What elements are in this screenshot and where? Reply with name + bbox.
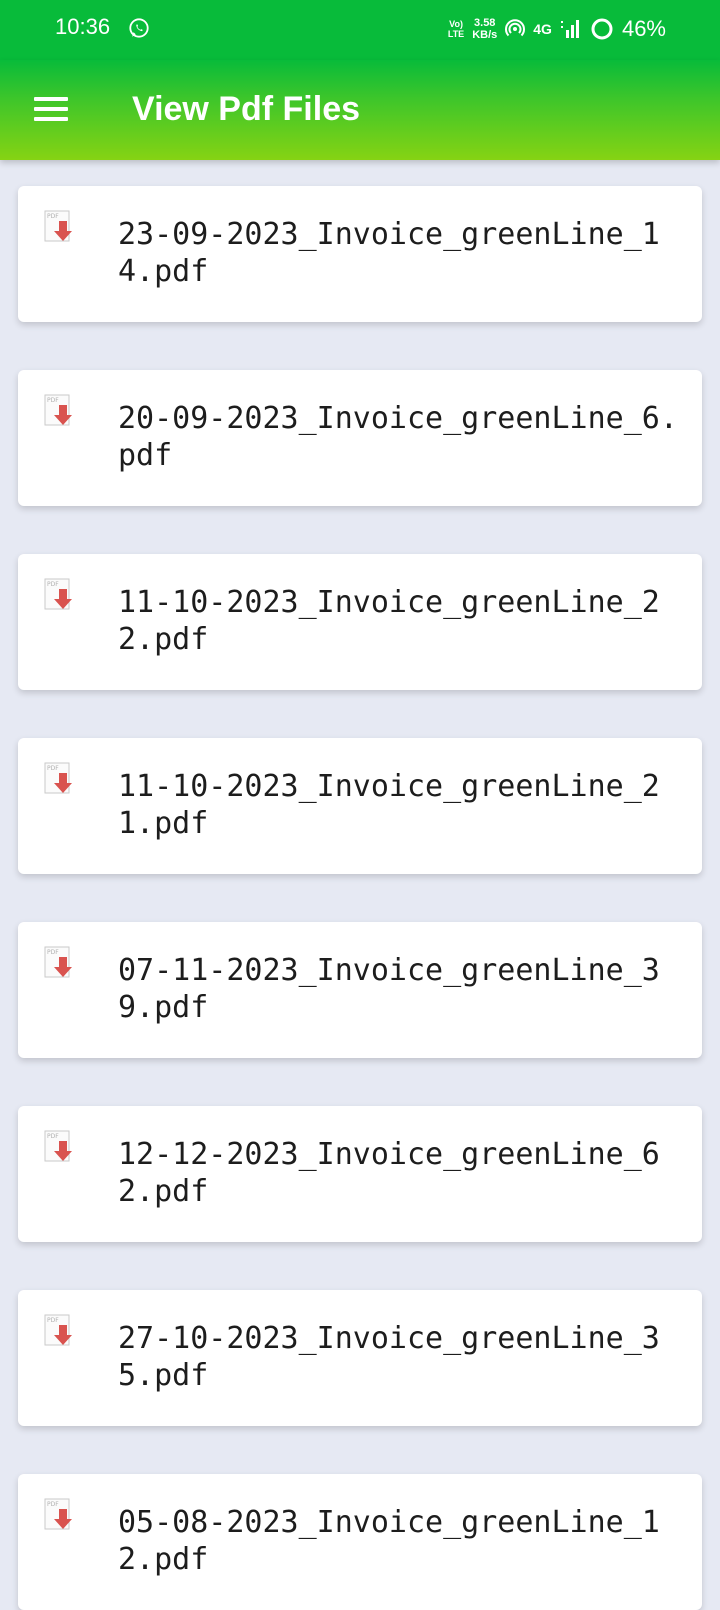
pdf-file-item[interactable]: PDF 12-12-2023_Invoice_greenLine_62.pdf — [18, 1106, 702, 1242]
speed-unit: KB/s — [472, 29, 498, 41]
pdf-download-icon: PDF — [44, 946, 72, 978]
pdf-download-icon: PDF — [44, 394, 72, 426]
svg-text:PDF: PDF — [47, 213, 59, 220]
file-name: 27-10-2023_Invoice_greenLine_35.pdf — [118, 1321, 660, 1393]
svg-text:PDF: PDF — [47, 1133, 59, 1140]
pdf-download-icon: PDF — [44, 1498, 72, 1530]
app-bar: View Pdf Files — [0, 60, 720, 160]
pdf-download-icon: PDF — [44, 1314, 72, 1346]
svg-text:PDF: PDF — [47, 1501, 59, 1508]
whatsapp-icon — [129, 18, 149, 38]
volte-label: Vo) — [449, 19, 463, 29]
file-name: 07-11-2023_Invoice_greenLine_39.pdf — [118, 953, 660, 1025]
hamburger-menu-icon[interactable] — [34, 97, 68, 121]
network-type: 4G — [533, 21, 552, 37]
status-bar: 10:36 Vo) LTE 3.58 KB/s 4G 46% — [0, 0, 720, 60]
pdf-file-item[interactable]: PDF 05-08-2023_Invoice_greenLine_12.pdf — [18, 1474, 702, 1610]
file-name: 05-08-2023_Invoice_greenLine_12.pdf — [118, 1505, 660, 1577]
pdf-file-item[interactable]: PDF 07-11-2023_Invoice_greenLine_39.pdf — [18, 922, 702, 1058]
pdf-file-item[interactable]: PDF 11-10-2023_Invoice_greenLine_22.pdf — [18, 554, 702, 690]
svg-text:PDF: PDF — [47, 1317, 59, 1324]
pdf-file-item[interactable]: PDF 27-10-2023_Invoice_greenLine_35.pdf — [18, 1290, 702, 1426]
signal-icon — [560, 20, 579, 38]
pdf-download-icon: PDF — [44, 1130, 72, 1162]
battery-percent: 46% — [621, 16, 666, 41]
pdf-file-item[interactable]: PDF 11-10-2023_Invoice_greenLine_21.pdf — [18, 738, 702, 874]
hotspot-icon — [505, 19, 526, 37]
status-time: 10:36 — [55, 14, 111, 39]
volte-indicator: Vo) LTE — [448, 19, 464, 39]
pdf-file-item[interactable]: PDF 23-09-2023_Invoice_greenLine_14.pdf — [18, 186, 702, 322]
pdf-download-icon: PDF — [44, 762, 72, 794]
battery-icon — [591, 18, 613, 40]
file-name: 12-12-2023_Invoice_greenLine_62.pdf — [118, 1137, 660, 1209]
svg-text:PDF: PDF — [47, 581, 59, 588]
file-name: 23-09-2023_Invoice_greenLine_14.pdf — [118, 217, 660, 289]
page-title: View Pdf Files — [132, 90, 361, 128]
speed-value: 3.58 — [474, 17, 496, 29]
network-speed: 3.58 KB/s — [472, 17, 497, 41]
lte-label: LTE — [447, 29, 465, 39]
pdf-file-item[interactable]: PDF 20-09-2023_Invoice_greenLine_6.pdf — [18, 370, 702, 506]
svg-text:PDF: PDF — [47, 949, 59, 956]
status-indicators: Vo) LTE 3.58 KB/s 4G 46% — [448, 12, 666, 46]
file-name: 20-09-2023_Invoice_greenLine_6.pdf — [118, 401, 678, 473]
svg-text:PDF: PDF — [47, 397, 59, 404]
pdf-download-icon: PDF — [44, 578, 72, 610]
file-name: 11-10-2023_Invoice_greenLine_22.pdf — [118, 585, 660, 657]
file-name: 11-10-2023_Invoice_greenLine_21.pdf — [118, 769, 660, 841]
pdf-download-icon: PDF — [44, 210, 72, 242]
svg-text:PDF: PDF — [47, 765, 59, 772]
